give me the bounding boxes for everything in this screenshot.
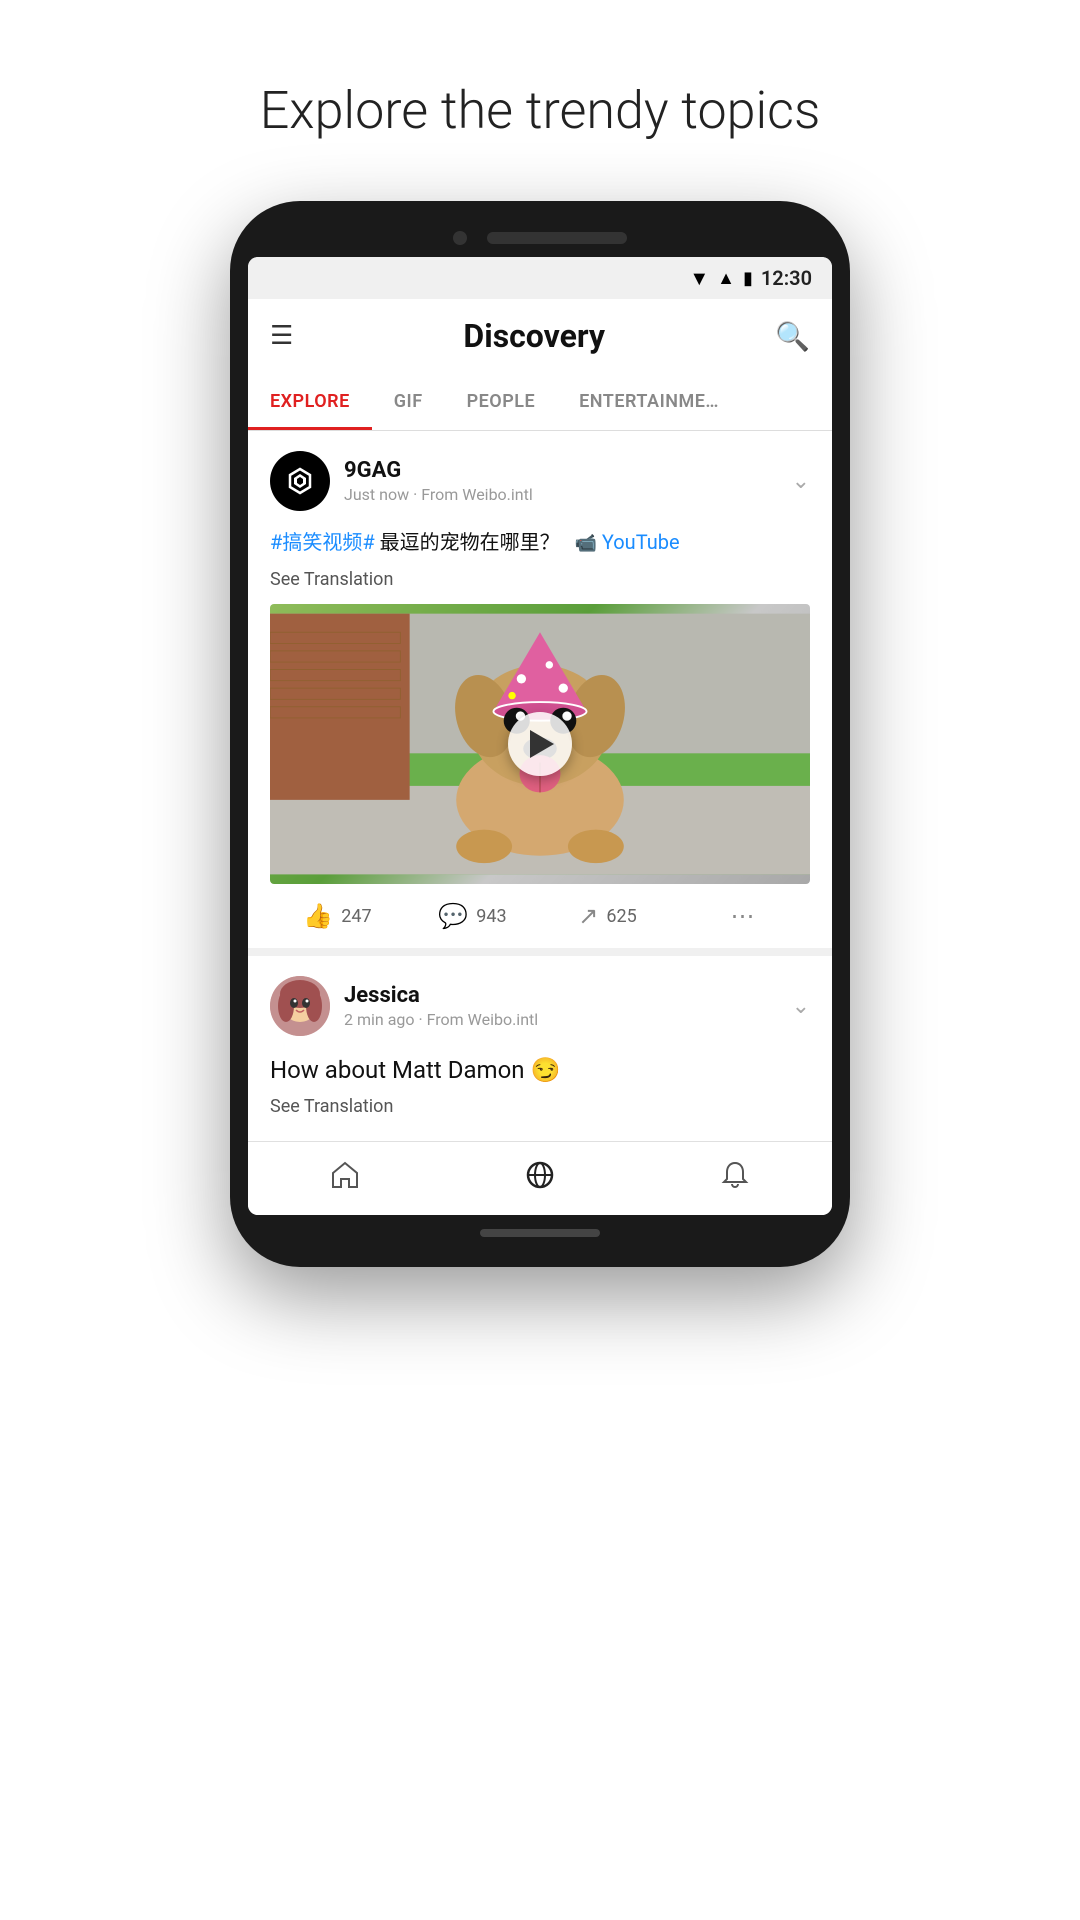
status-bar: ▼ ▲ ▮ 12:30 (248, 257, 832, 299)
repost-action[interactable]: ↗ 625 (540, 902, 675, 930)
post-card-1: 9GAG Just now · From Weibo.intl ⌄ #搞笑视频#… (248, 431, 832, 956)
home-icon (329, 1159, 361, 1199)
discover-icon (524, 1159, 556, 1199)
tab-gif[interactable]: GIF (372, 373, 445, 430)
camera-dot (453, 231, 467, 245)
tab-explore[interactable]: EXPLORE (248, 373, 372, 430)
app-title: Discovery (463, 317, 605, 355)
home-indicator (480, 1229, 600, 1237)
battery-icon: ▮ (743, 268, 753, 289)
post-1-video-thumb[interactable] (270, 604, 810, 884)
post-2-text: How about Matt Damon 😏 (270, 1052, 810, 1088)
comment-icon: 💬 (438, 902, 468, 930)
post-1-text-content: 最逗的宠物在哪里？ (380, 530, 560, 554)
repost-count: 625 (606, 906, 636, 927)
post-2-header: Jessica 2 min ago · From Weibo.intl ⌄ (270, 976, 810, 1036)
phone-bottom (248, 1229, 832, 1237)
time-display: 12:30 (761, 266, 812, 290)
post-card-2: Jessica 2 min ago · From Weibo.intl ⌄ Ho… (248, 956, 832, 1141)
app-bar: ☰ Discovery 🔍 (248, 299, 832, 373)
post-1-actions: 👍 247 💬 943 ↗ 625 ⋯ (270, 884, 810, 948)
post-1-meta: Just now · From Weibo.intl (344, 485, 533, 504)
phone-screen: ▼ ▲ ▮ 12:30 ☰ Discovery 🔍 EXPLORE GIF PE… (248, 257, 832, 1215)
search-button[interactable]: 🔍 (775, 320, 810, 353)
hamburger-icon[interactable]: ☰ (270, 321, 293, 351)
bottom-nav (248, 1141, 832, 1215)
bell-icon (719, 1159, 751, 1199)
page-heading: Explore the trendy topics (260, 80, 821, 141)
post-1-see-translation[interactable]: See Translation (270, 569, 810, 590)
post-2-username: Jessica (344, 983, 538, 1008)
avatar-jessica (270, 976, 330, 1036)
tab-entertainment[interactable]: ENTERTAINME… (557, 373, 741, 430)
post-1-header: 9GAG Just now · From Weibo.intl ⌄ (270, 451, 810, 511)
phone-top (248, 231, 832, 245)
like-action[interactable]: 👍 247 (270, 902, 405, 930)
tabs-bar: EXPLORE GIF PEOPLE ENTERTAINME… (248, 373, 832, 431)
comment-action[interactable]: 💬 943 (405, 902, 540, 930)
post-2-see-translation[interactable]: See Translation (270, 1096, 810, 1117)
signal-icon: ▲ (717, 268, 735, 289)
like-icon: 👍 (303, 902, 333, 930)
phone-shell: ▼ ▲ ▮ 12:30 ☰ Discovery 🔍 EXPLORE GIF PE… (230, 201, 850, 1267)
status-icons: ▼ ▲ ▮ 12:30 (689, 266, 812, 291)
post-1-username: 9GAG (344, 458, 533, 483)
post-2-meta: 2 min ago · From Weibo.intl (344, 1010, 538, 1029)
nav-discover[interactable] (443, 1159, 638, 1199)
share-action[interactable]: ⋯ (675, 902, 810, 930)
share-icon: ⋯ (731, 902, 755, 930)
post-1-chevron[interactable]: ⌄ (792, 469, 810, 494)
nav-notifications[interactable] (637, 1159, 832, 1199)
tab-people[interactable]: PEOPLE (445, 373, 558, 430)
youtube-link[interactable]: YouTube (602, 530, 680, 554)
wifi-icon: ▼ (689, 266, 709, 291)
post-1-hashtag[interactable]: #搞笑视频# (270, 530, 375, 554)
repost-icon: ↗ (578, 902, 598, 930)
avatar-9gag (270, 451, 330, 511)
nav-home[interactable] (248, 1159, 443, 1199)
comment-count: 943 (476, 906, 506, 927)
like-count: 247 (341, 906, 371, 927)
post-1-text: #搞笑视频# 最逗的宠物在哪里？ 📹 YouTube (270, 527, 810, 557)
post-2-chevron[interactable]: ⌄ (792, 994, 810, 1019)
speaker-bar (487, 232, 627, 244)
play-button[interactable] (508, 712, 572, 776)
